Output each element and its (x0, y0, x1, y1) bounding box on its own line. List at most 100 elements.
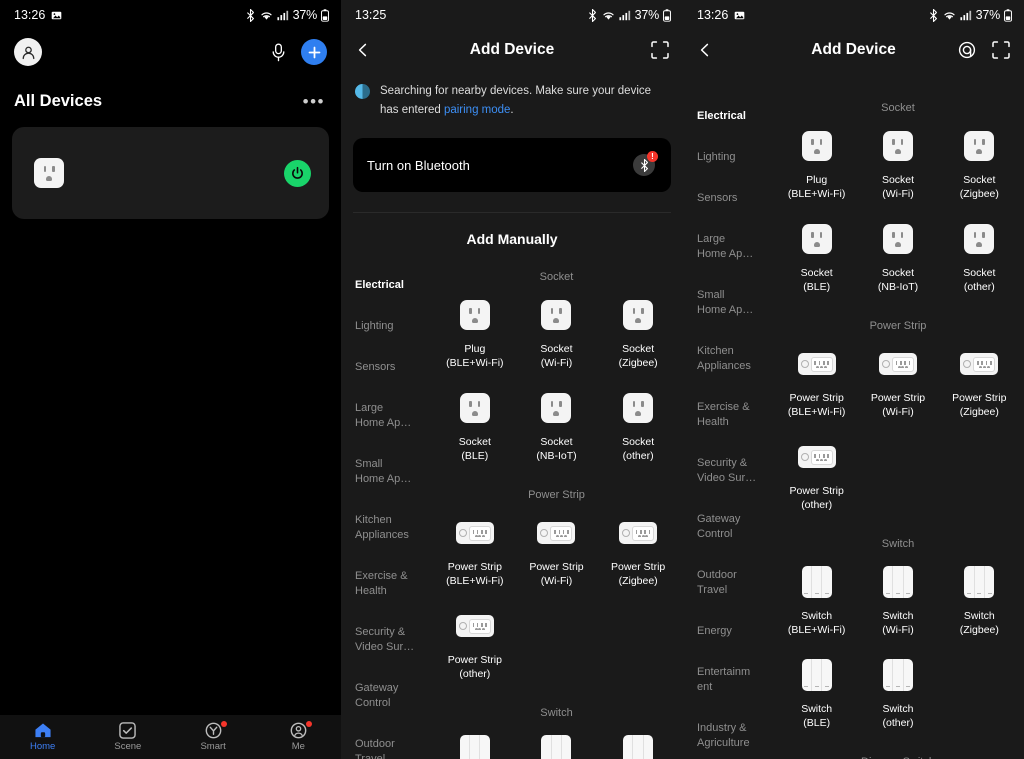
device-type-item[interactable]: Switch (other) (857, 655, 938, 730)
device-type-item[interactable]: Switch(BLE+Wi-Fi) (776, 562, 857, 637)
category-item-security-video-sur[interactable]: Security & Video Sur… (683, 443, 772, 499)
device-type-item[interactable]: Switch(Wi-Fi) (857, 562, 938, 637)
back-icon[interactable] (697, 42, 713, 58)
category-item-lighting[interactable]: Lighting (341, 306, 430, 347)
category-item-large-home-ap[interactable]: Large Home Ap… (341, 388, 430, 444)
device-type-item[interactable]: Power Strip (other) (434, 606, 516, 681)
device-type-item[interactable]: Socket (other) (939, 219, 1020, 294)
device-type-item[interactable]: Power Strip (Zigbee) (939, 344, 1020, 419)
category-item-large-home-ap[interactable]: Large Home Ap… (683, 219, 772, 275)
device-type-item[interactable]: Socket (other) (597, 388, 679, 463)
device-type-item[interactable]: Plug (BLE+Wi-Fi) (434, 295, 516, 370)
device-type-item[interactable]: Socket (NB-IoT) (857, 219, 938, 294)
device-type-label: Socket (Wi-Fi) (881, 174, 915, 200)
category-item-kitchen-appliances[interactable]: Kitchen Appliances (683, 331, 772, 387)
device-type-item[interactable]: Power Strip (BLE+Wi-Fi) (776, 344, 857, 419)
category-item-outdoor-travel[interactable]: Outdoor Travel (341, 724, 430, 759)
strip-icon (960, 344, 999, 384)
device-type-label: Switch (BLE) (801, 703, 833, 729)
nav-tab-scene[interactable]: Scene (85, 722, 170, 752)
category-item-sensors[interactable]: Sensors (683, 178, 772, 219)
group-title: Power Strip (528, 489, 585, 501)
photo-icon (734, 10, 745, 21)
device-type-item[interactable]: Socket (Wi-Fi) (516, 295, 598, 370)
category-item-kitchen-appliances[interactable]: Kitchen Appliances (341, 500, 430, 556)
device-type-item[interactable]: Switch(Wi-Fi) (516, 731, 598, 759)
category-item-entertainm-ent[interactable]: Entertainm ent (683, 652, 772, 708)
scan-qr-icon[interactable] (992, 41, 1010, 59)
socket-icon (801, 126, 832, 166)
device-type-item[interactable]: Switch (BLE) (776, 655, 857, 730)
nav-tab-me[interactable]: Me (256, 721, 341, 752)
device-type-item[interactable]: Power Strip (other) (776, 437, 857, 512)
device-type-label: Switch (Wi-Fi) (882, 610, 914, 636)
strip-icon (619, 513, 658, 553)
nav-label: Home (29, 741, 56, 752)
scan-qr-icon[interactable] (651, 41, 669, 59)
page-title: Add Device (469, 41, 555, 58)
device-type-label: Socket (other) (963, 267, 996, 293)
device-type-item[interactable]: Socket (Wi-Fi) (857, 126, 938, 201)
device-type-item[interactable]: Socket (BLE) (434, 388, 516, 463)
category-label: Home Ap… (697, 304, 754, 316)
status-time: 13:26 (697, 8, 729, 22)
device-type-item[interactable]: Power Strip (Wi-Fi) (516, 513, 598, 588)
cellular-signal-icon (277, 10, 289, 21)
device-type-item[interactable]: Switch(Zigbee) (597, 731, 679, 759)
device-type-item[interactable]: Plug (BLE+Wi-Fi) (776, 126, 857, 201)
category-item-energy[interactable]: Energy (683, 611, 772, 652)
category-item-small-home-ap[interactable]: Small Home Ap… (341, 444, 430, 500)
category-item-security-video-sur[interactable]: Security & Video Sur… (341, 612, 430, 668)
category-item-lighting[interactable]: Lighting (683, 137, 772, 178)
category-item-gateway-control[interactable]: Gateway Control (341, 668, 430, 724)
back-icon[interactable] (355, 42, 371, 58)
device-type-item[interactable]: Socket (BLE) (776, 219, 857, 294)
turn-on-bluetooth-banner[interactable]: Turn on Bluetooth ! (353, 138, 671, 192)
socket-icon (623, 295, 654, 335)
device-category-browser: Electrical Lighting Sensors Large Home Ap… Sm… (341, 263, 683, 759)
category-item-gateway-control[interactable]: Gateway Control (683, 499, 772, 555)
category-item-sensors[interactable]: Sensors (341, 347, 430, 388)
category-label: Travel (697, 584, 728, 596)
category-item-exercise-health[interactable]: Exercise & Health (683, 387, 772, 443)
device-card[interactable] (12, 127, 329, 219)
add-device-button[interactable] (301, 39, 327, 65)
category-item-small-home-ap[interactable]: Small Home Ap… (683, 275, 772, 331)
category-label: Appliances (697, 360, 751, 372)
overflow-menu-icon[interactable]: ••• (303, 93, 325, 110)
category-item-exercise-health[interactable]: Exercise & Health (341, 556, 430, 612)
status-time: 13:26 (14, 8, 46, 22)
auto-scan-icon[interactable] (958, 41, 976, 59)
category-label: Health (697, 416, 729, 428)
device-type-item[interactable]: Switch(Zigbee) (939, 562, 1020, 637)
device-type-item[interactable]: Power Strip (Wi-Fi) (857, 344, 938, 419)
socket-icon (623, 388, 654, 428)
switch-icon (459, 731, 490, 759)
device-type-item[interactable]: Socket (Zigbee) (597, 295, 679, 370)
category-label: Home Ap… (355, 417, 412, 429)
device-type-item[interactable]: Socket (Zigbee) (939, 126, 1020, 201)
category-item-electrical[interactable]: Electrical (341, 265, 430, 306)
power-toggle-button[interactable] (284, 159, 311, 187)
device-type-item[interactable]: Switch(BLE+Wi-Fi) (434, 731, 516, 759)
category-label: Small (355, 458, 383, 470)
device-type-item[interactable]: Power Strip (BLE+Wi-Fi) (434, 513, 516, 588)
pairing-mode-link[interactable]: pairing mode (444, 104, 510, 116)
add-device-header: Add Device (341, 30, 683, 70)
avatar[interactable] (14, 38, 42, 66)
category-item-electrical[interactable]: Electrical (683, 96, 772, 137)
switch-icon (964, 562, 995, 602)
nav-tab-smart[interactable]: Smart (171, 721, 256, 752)
voice-mic-icon[interactable] (270, 43, 287, 62)
status-bar: 13:26 37% (0, 0, 341, 30)
category-label: Small (697, 289, 725, 301)
category-label: Travel (355, 753, 386, 759)
bluetooth-icon (928, 8, 939, 22)
nav-tab-home[interactable]: Home (0, 722, 85, 752)
socket-icon (541, 295, 572, 335)
device-type-item[interactable]: Socket (NB-IoT) (516, 388, 598, 463)
category-item-industry-agriculture[interactable]: Industry & Agriculture (683, 708, 772, 759)
category-item-outdoor-travel[interactable]: Outdoor Travel (683, 555, 772, 611)
device-type-item[interactable]: Power Strip (Zigbee) (597, 513, 679, 588)
category-label: Industry & (697, 722, 747, 734)
